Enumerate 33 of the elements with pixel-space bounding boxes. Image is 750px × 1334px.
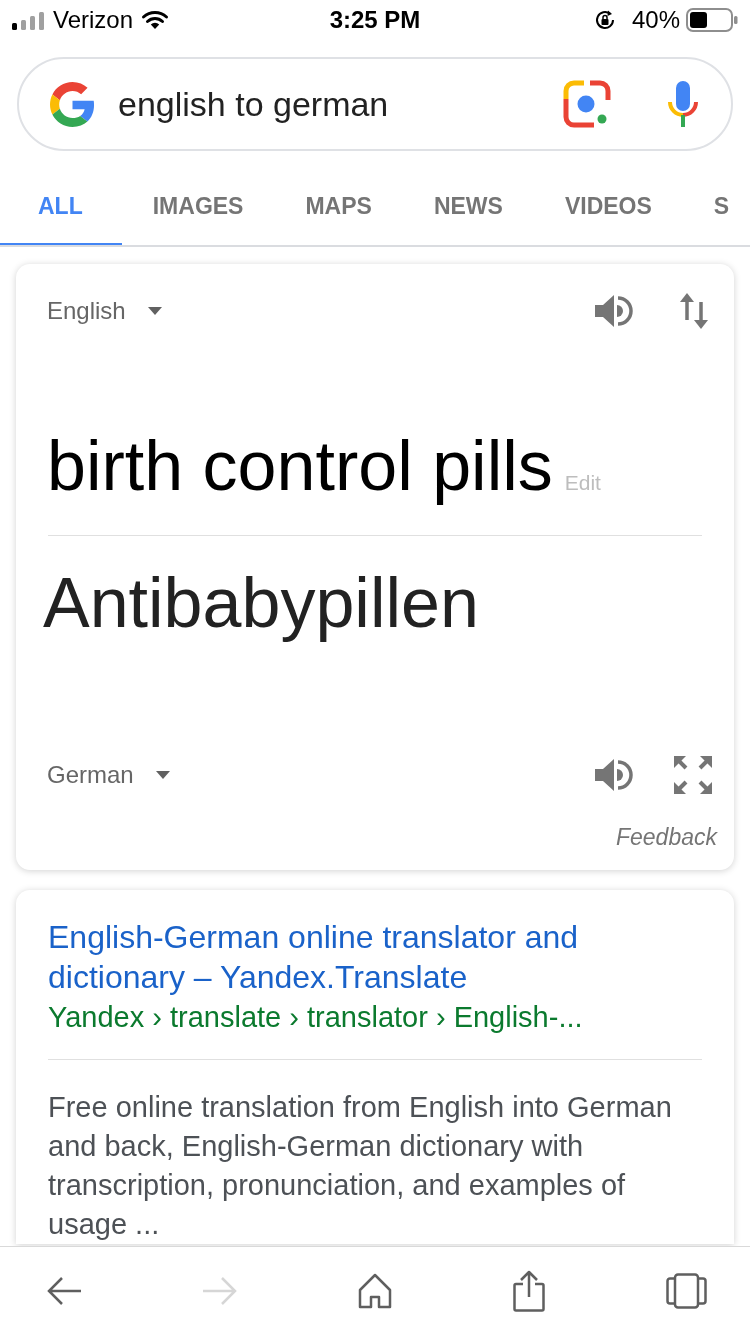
search-tab[interactable]: ALL bbox=[0, 170, 122, 245]
microphone-icon[interactable] bbox=[668, 81, 698, 127]
search-tab[interactable]: NEWS bbox=[402, 170, 534, 245]
camera-lens-icon[interactable] bbox=[562, 79, 612, 129]
result-breadcrumb: Yandex › translate › translator › English-... bbox=[48, 1001, 583, 1033]
result-snippet: Free online translation from English into German and back, English-German dictionary with transcription, pronunciation, and examples of usage ... bbox=[48, 1090, 673, 1242]
search-tab[interactable]: MAPS bbox=[274, 170, 403, 245]
share-icon[interactable] bbox=[512, 1269, 546, 1312]
signal-icon bbox=[12, 10, 46, 30]
google-g-logo-icon bbox=[50, 81, 95, 127]
search-query: english to german bbox=[118, 84, 389, 124]
wifi-icon bbox=[141, 10, 170, 30]
expand-icon[interactable] bbox=[673, 755, 713, 795]
source-text: birth control pills bbox=[47, 426, 553, 506]
clock-time: 3:25 PM bbox=[329, 6, 421, 34]
search-tab[interactable]: S bbox=[682, 170, 730, 245]
feedback-link[interactable]: Feedback bbox=[616, 824, 717, 850]
caret-icon bbox=[155, 771, 170, 779]
search-tab[interactable]: VIDEOS bbox=[533, 170, 683, 245]
home-icon[interactable] bbox=[358, 1272, 392, 1309]
battery-percent: 40% bbox=[631, 6, 680, 34]
battery-icon bbox=[686, 8, 738, 32]
search-field[interactable]: english to german bbox=[17, 57, 733, 151]
translated-text: Antibabypillen bbox=[43, 564, 479, 642]
search-tab[interactable]: IMAGES bbox=[121, 170, 275, 245]
tabs-icon[interactable] bbox=[666, 1272, 707, 1309]
swap-arrows-icon[interactable] bbox=[678, 292, 710, 330]
carrier-name: Verizon bbox=[53, 6, 134, 34]
back-arrow-icon[interactable] bbox=[46, 1275, 82, 1306]
source-language-dropdown[interactable]: English bbox=[47, 297, 162, 325]
target-language-dropdown[interactable]: German bbox=[47, 761, 170, 789]
result-title-link[interactable]: English-German online translator and dictionary – Yandex.Translate bbox=[48, 917, 702, 997]
caret-icon bbox=[147, 307, 162, 315]
